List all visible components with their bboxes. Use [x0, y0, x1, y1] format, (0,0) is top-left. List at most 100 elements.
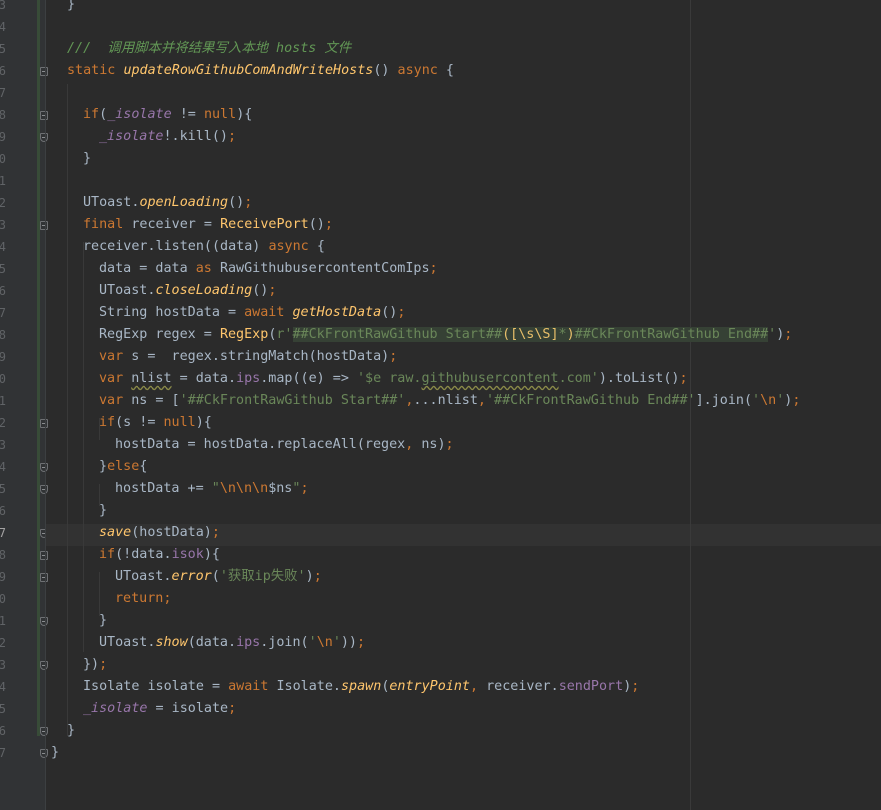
code-line[interactable]: _isolate = isolate;	[83, 698, 236, 720]
code-token: ].join(	[695, 393, 753, 408]
code-token: }	[99, 613, 108, 628]
code-line[interactable]: String hostData = await getHostData();	[99, 302, 405, 324]
method-token: entryPoint	[389, 679, 470, 694]
code-line[interactable]: UToast.show(data.ips.join('\n'));	[99, 632, 365, 654]
line-number: 6	[0, 284, 6, 298]
code-token: }	[67, 723, 76, 738]
code-token: {	[445, 63, 454, 78]
method-token: openLoading	[139, 195, 229, 210]
code-line[interactable]: if(!data.isok){	[99, 544, 220, 566]
fold-toggle-icon[interactable]	[40, 221, 48, 230]
code-token: }	[67, 0, 76, 12]
line-number: 6	[0, 724, 6, 738]
fold-toggle-icon[interactable]	[40, 573, 48, 582]
code-line[interactable]: hostData = hostData.replaceAll(regex, ns…	[115, 434, 454, 456]
code-line[interactable]: static updateRowGithubComAndWriteHosts()…	[67, 60, 454, 82]
fold-toggle-icon[interactable]	[40, 617, 48, 626]
gutter-divider	[45, 0, 46, 810]
keyword-token: ,	[405, 437, 422, 452]
line-number: 1	[0, 614, 6, 628]
line-number: 0	[0, 592, 6, 606]
code-line[interactable]: if(s != null){	[99, 412, 212, 434]
line-number: 1	[0, 394, 6, 408]
line-number: 6	[0, 504, 6, 518]
code-token: .join(	[260, 635, 309, 650]
code-line[interactable]: }	[51, 742, 59, 764]
string-token: '获取ip失败'	[219, 569, 306, 584]
code-line[interactable]: RegExp regex = RegExp(r'##CkFrontRawGith…	[99, 324, 792, 346]
code-line[interactable]: var nlist = data.ips.map((e) => '$e raw.…	[99, 368, 688, 390]
fold-toggle-icon[interactable]	[40, 661, 48, 670]
fold-toggle-icon[interactable]	[40, 133, 48, 142]
keyword-token: ;	[357, 635, 366, 650]
line-number: 5	[0, 262, 6, 276]
code-token: {	[316, 239, 325, 254]
code-line[interactable]: /// 调用脚本并将结果写入本地 hosts 文件	[67, 38, 351, 60]
keyword-token: as	[195, 261, 220, 276]
fold-toggle-icon[interactable]	[40, 485, 48, 494]
line-number: 9	[0, 570, 6, 584]
method-token: spawn	[341, 679, 382, 694]
fold-toggle-icon[interactable]	[40, 551, 48, 560]
code-line[interactable]: var s = regex.stringMatch(hostData);	[99, 346, 397, 368]
keyword-token: ;	[429, 261, 438, 276]
line-number: 2	[0, 636, 6, 650]
code-token: }	[51, 745, 60, 760]
code-line[interactable]: hostData += "\n\n\n$ns";	[115, 478, 309, 500]
code-editor[interactable]: 3 4 5 6 7 8 9 0 1 2 3 4 5 6 7 8 9 0 1 2 3 4 5 6 7 8 9 0 1 2 3 4 5 6 7 } ///…	[0, 0, 881, 810]
property-token: ips	[236, 635, 261, 650]
code-line[interactable]: save(hostData);	[99, 522, 220, 544]
fold-toggle-icon[interactable]	[40, 463, 48, 472]
code-line[interactable]: UToast.error('获取ip失败');	[115, 566, 322, 588]
line-number: 7	[0, 86, 6, 100]
code-line[interactable]: data = data as RawGithubusercontentComIp…	[99, 258, 438, 280]
code-line[interactable]: return;	[115, 588, 171, 610]
code-token: }	[83, 151, 92, 166]
code-line[interactable]: });	[83, 654, 107, 676]
code-line[interactable]: }	[83, 148, 91, 170]
code-token: String hostData =	[99, 305, 245, 320]
code-token: Isolate.	[276, 679, 342, 694]
line-number: 4	[0, 680, 6, 694]
line-number: 5	[0, 482, 6, 496]
string-token: "	[211, 481, 220, 496]
code-line[interactable]: UToast.closeLoading();	[99, 280, 276, 302]
code-line[interactable]: }	[67, 0, 75, 16]
method-token: getHostData	[292, 305, 382, 320]
line-number: 1	[0, 174, 6, 188]
keyword-token: ;	[631, 679, 640, 694]
keyword-token: ;	[397, 305, 406, 320]
code-token: !=	[171, 107, 204, 122]
fold-toggle-icon[interactable]	[40, 749, 48, 758]
string-token: .com'	[558, 371, 599, 386]
code-line[interactable]: }	[99, 500, 107, 522]
fold-toggle-icon[interactable]	[40, 419, 48, 428]
escape-token: \n	[760, 393, 777, 408]
escape-token: \n	[316, 635, 333, 650]
code-line[interactable]: }	[67, 720, 75, 742]
code-line[interactable]: }else{	[99, 456, 147, 478]
line-number: 6	[0, 64, 6, 78]
keyword-token: ;	[99, 657, 108, 672]
code-line[interactable]: receiver.listen((data) async {	[83, 236, 325, 258]
code-token: {	[139, 459, 148, 474]
code-line[interactable]: Isolate isolate = await Isolate.spawn(en…	[83, 676, 639, 698]
code-line[interactable]: var ns = ['##CkFrontRawGithub Start##',.…	[99, 390, 800, 412]
code-line[interactable]: }	[99, 610, 107, 632]
property-token: isok	[171, 547, 204, 562]
fold-toggle-icon[interactable]	[40, 67, 48, 76]
fold-toggle-icon[interactable]	[40, 727, 48, 736]
code-line[interactable]: _isolate!.kill();	[99, 126, 236, 148]
line-number: 8	[0, 548, 6, 562]
fold-toggle-icon[interactable]	[40, 111, 48, 120]
code-line[interactable]: final receiver = ReceivePort();	[83, 214, 333, 236]
keyword-token: ;	[228, 701, 237, 716]
code-line[interactable]: UToast.openLoading();	[83, 192, 252, 214]
keyword-token: async	[268, 239, 317, 254]
vcs-change-marker[interactable]	[37, 0, 40, 736]
keyword-token: async	[397, 63, 446, 78]
code-line[interactable]: if(_isolate != null){	[83, 104, 252, 126]
line-number: 3	[0, 218, 6, 232]
property-token: ips	[236, 371, 261, 386]
keyword-token: var	[99, 371, 132, 386]
